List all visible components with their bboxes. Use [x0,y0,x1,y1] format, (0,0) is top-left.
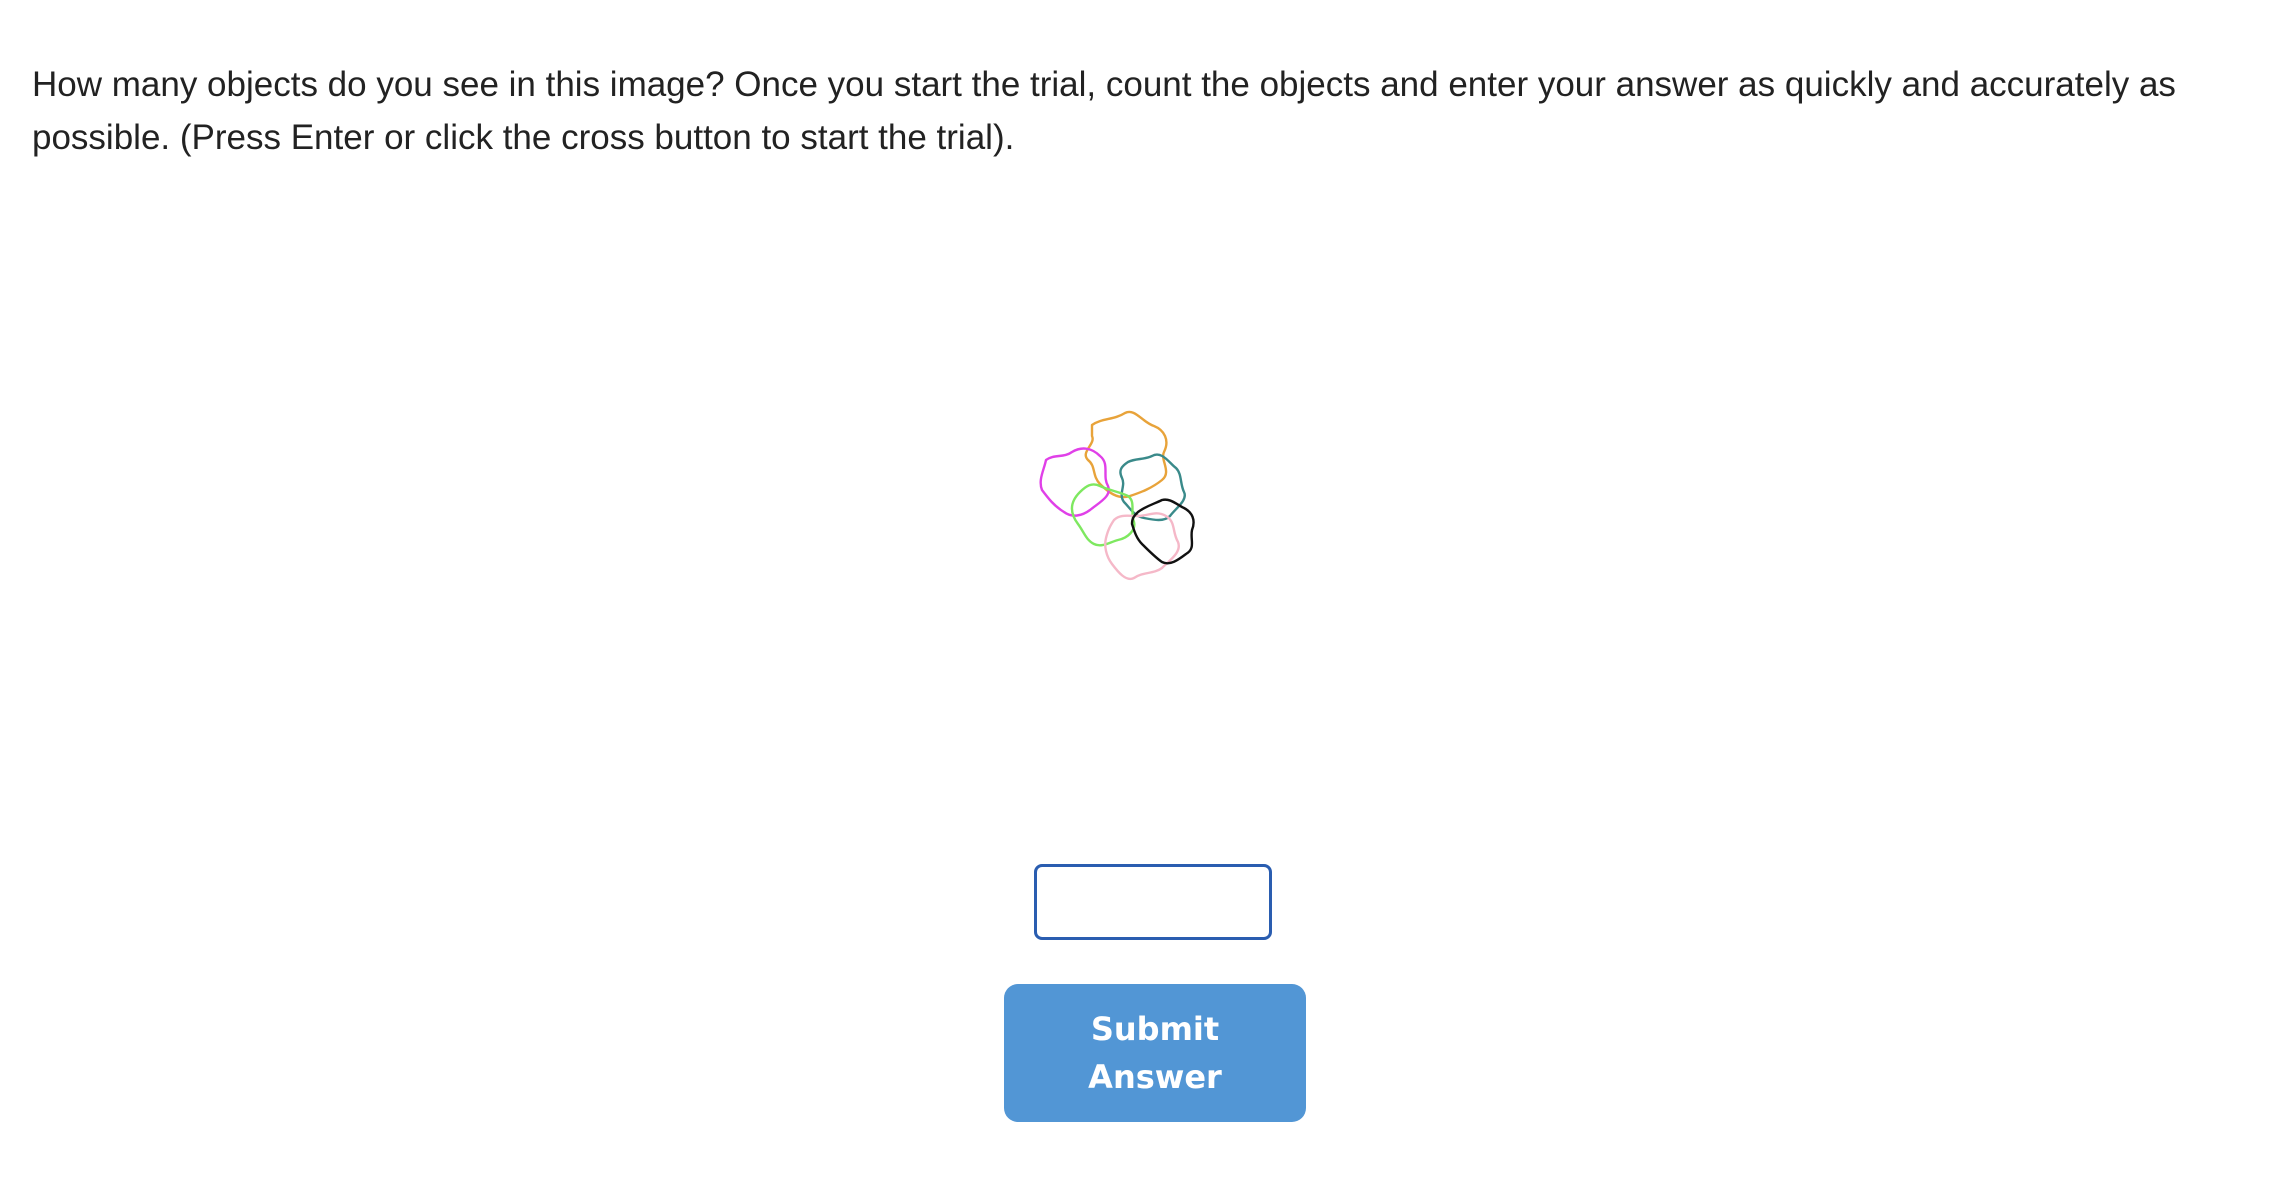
answer-input[interactable] [1034,864,1272,940]
task-instructions: How many objects do you see in this imag… [32,65,2176,157]
pink-blob-shape [1104,512,1180,581]
black-blob-shape [1130,498,1195,565]
submit-label-line1: Submit [1090,1010,1220,1048]
submit-label-line2: Answer [1088,1058,1222,1096]
stimulus-image [1030,400,1230,620]
submit-answer-button[interactable]: Submit Answer [1004,984,1306,1122]
